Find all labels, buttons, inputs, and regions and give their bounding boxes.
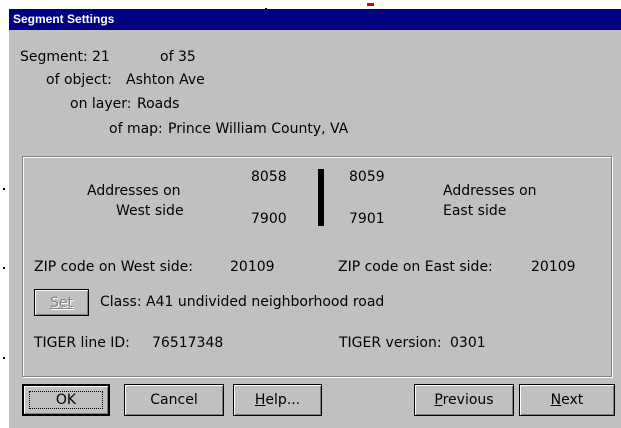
background-artifact-dot	[3, 267, 5, 269]
set-class-button-label: Set	[50, 294, 73, 311]
west-zip-label: ZIP code on West side:	[34, 259, 193, 275]
class-value: A41 undivided neighborhood road	[146, 294, 385, 310]
previous-button[interactable]: Previous	[414, 384, 514, 416]
object-value: Ashton Ave	[126, 72, 205, 88]
segment-settings-dialog: Segment Settings Segment: 21 of 35 of ob…	[9, 9, 621, 428]
map-label: of map:	[109, 121, 163, 137]
dialog-title: Segment Settings	[9, 9, 621, 30]
east-high-address: 8059	[349, 169, 385, 185]
tiger-version-value: 0301	[450, 335, 486, 351]
ok-button[interactable]: OK	[22, 384, 110, 416]
object-label: of object:	[46, 72, 112, 88]
east-addresses-label-line2: East side	[443, 203, 507, 219]
help-button[interactable]: Help...	[233, 384, 322, 416]
next-button[interactable]: Next	[519, 384, 615, 416]
east-low-address: 7901	[349, 211, 385, 227]
segment-divider-bar	[318, 169, 324, 226]
background-artifact-dot	[3, 357, 5, 359]
ok-button-label: OK	[29, 391, 103, 409]
cancel-button[interactable]: Cancel	[124, 384, 224, 416]
segment-count: of 35	[160, 49, 196, 65]
segment-label: Segment:	[20, 49, 88, 65]
east-zip-value: 20109	[531, 259, 576, 275]
west-zip-value: 20109	[230, 259, 275, 275]
class-label: Class:	[100, 294, 142, 310]
layer-value: Roads	[137, 96, 180, 112]
tiger-line-id-value: 76517348	[152, 335, 224, 351]
segment-number: 21	[92, 49, 110, 65]
set-class-button[interactable]: Set	[34, 289, 89, 316]
help-button-label: Help...	[254, 392, 301, 408]
tiger-line-id-label: TIGER line ID:	[34, 335, 130, 351]
west-low-address: 7900	[251, 211, 287, 227]
west-high-address: 8058	[251, 169, 287, 185]
west-addresses-label-line2: West side	[116, 203, 184, 219]
layer-label: on layer:	[70, 96, 132, 112]
next-button-label: Next	[550, 392, 584, 408]
east-zip-label: ZIP code on East side:	[338, 259, 493, 275]
west-addresses-label-line1: Addresses on	[87, 183, 181, 199]
background-artifact-red	[367, 3, 374, 6]
previous-button-label: Previous	[434, 392, 494, 408]
tiger-version-label: TIGER version:	[339, 335, 442, 351]
cancel-button-label: Cancel	[150, 392, 198, 408]
background-artifact-dot	[3, 188, 5, 190]
east-addresses-label-line1: Addresses on	[443, 183, 537, 199]
map-value: Prince William County, VA	[168, 121, 349, 137]
